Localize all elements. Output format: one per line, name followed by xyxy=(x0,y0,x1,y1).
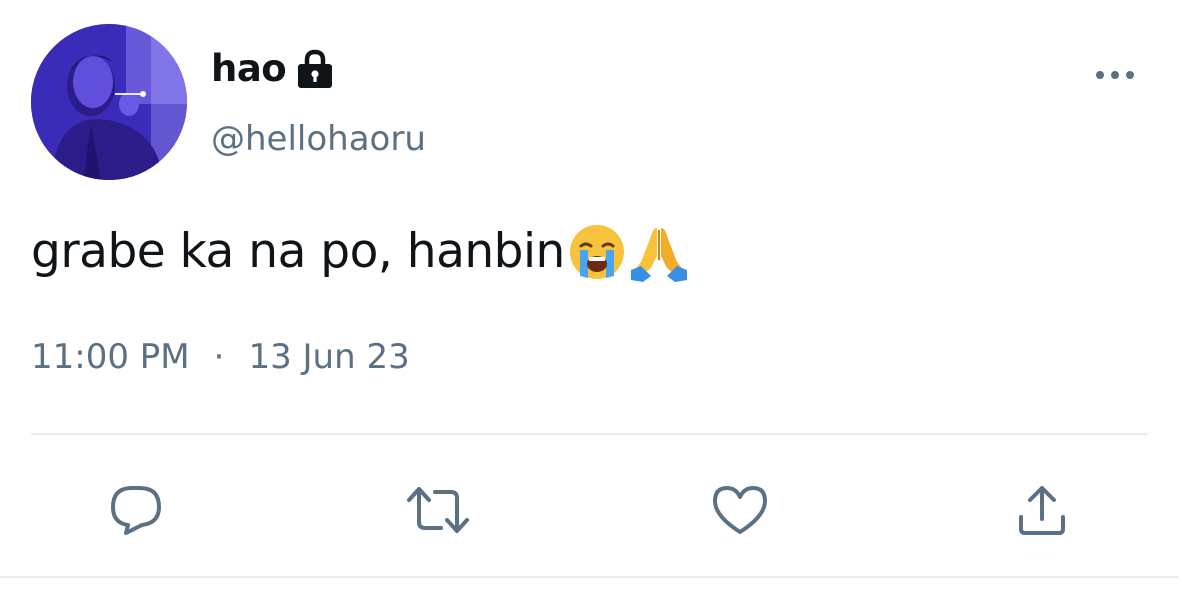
meta-separator: · xyxy=(213,337,225,377)
lock-icon xyxy=(295,48,335,90)
avatar[interactable] xyxy=(31,24,187,180)
like-button[interactable] xyxy=(700,470,780,550)
tweet-text: grabe ka na po, hanbin xyxy=(31,222,689,282)
display-name-row: hao xyxy=(211,44,335,94)
share-button[interactable] xyxy=(1002,470,1082,550)
heart-icon xyxy=(713,486,767,534)
tweet-time: 11:00 PM xyxy=(31,337,190,377)
action-bar xyxy=(0,470,1179,550)
retweet-button[interactable] xyxy=(398,470,478,550)
loudly-crying-face-icon xyxy=(567,222,627,282)
tweet-text-body: grabe ka na po, hanbin xyxy=(31,224,565,279)
user-handle[interactable]: @hellohaoru xyxy=(211,117,426,161)
avatar-photo xyxy=(31,24,187,180)
tweet-card: hao @hellohaoru grabe ka na po, hanbin 1… xyxy=(0,0,1179,597)
bottom-border xyxy=(0,576,1179,578)
retweet-icon xyxy=(407,487,469,533)
share-icon xyxy=(1019,486,1065,535)
divider xyxy=(31,433,1148,435)
tweet-timestamp[interactable]: 11:00 PM · 13 Jun 23 xyxy=(31,334,410,380)
tweet-date: 13 Jun 23 xyxy=(248,337,410,377)
reply-icon xyxy=(111,486,161,535)
folded-hands-icon xyxy=(629,222,689,282)
more-icon xyxy=(1096,71,1134,79)
reply-button[interactable] xyxy=(96,470,176,550)
display-name[interactable]: hao xyxy=(211,44,287,94)
more-options-button[interactable] xyxy=(1092,58,1138,92)
